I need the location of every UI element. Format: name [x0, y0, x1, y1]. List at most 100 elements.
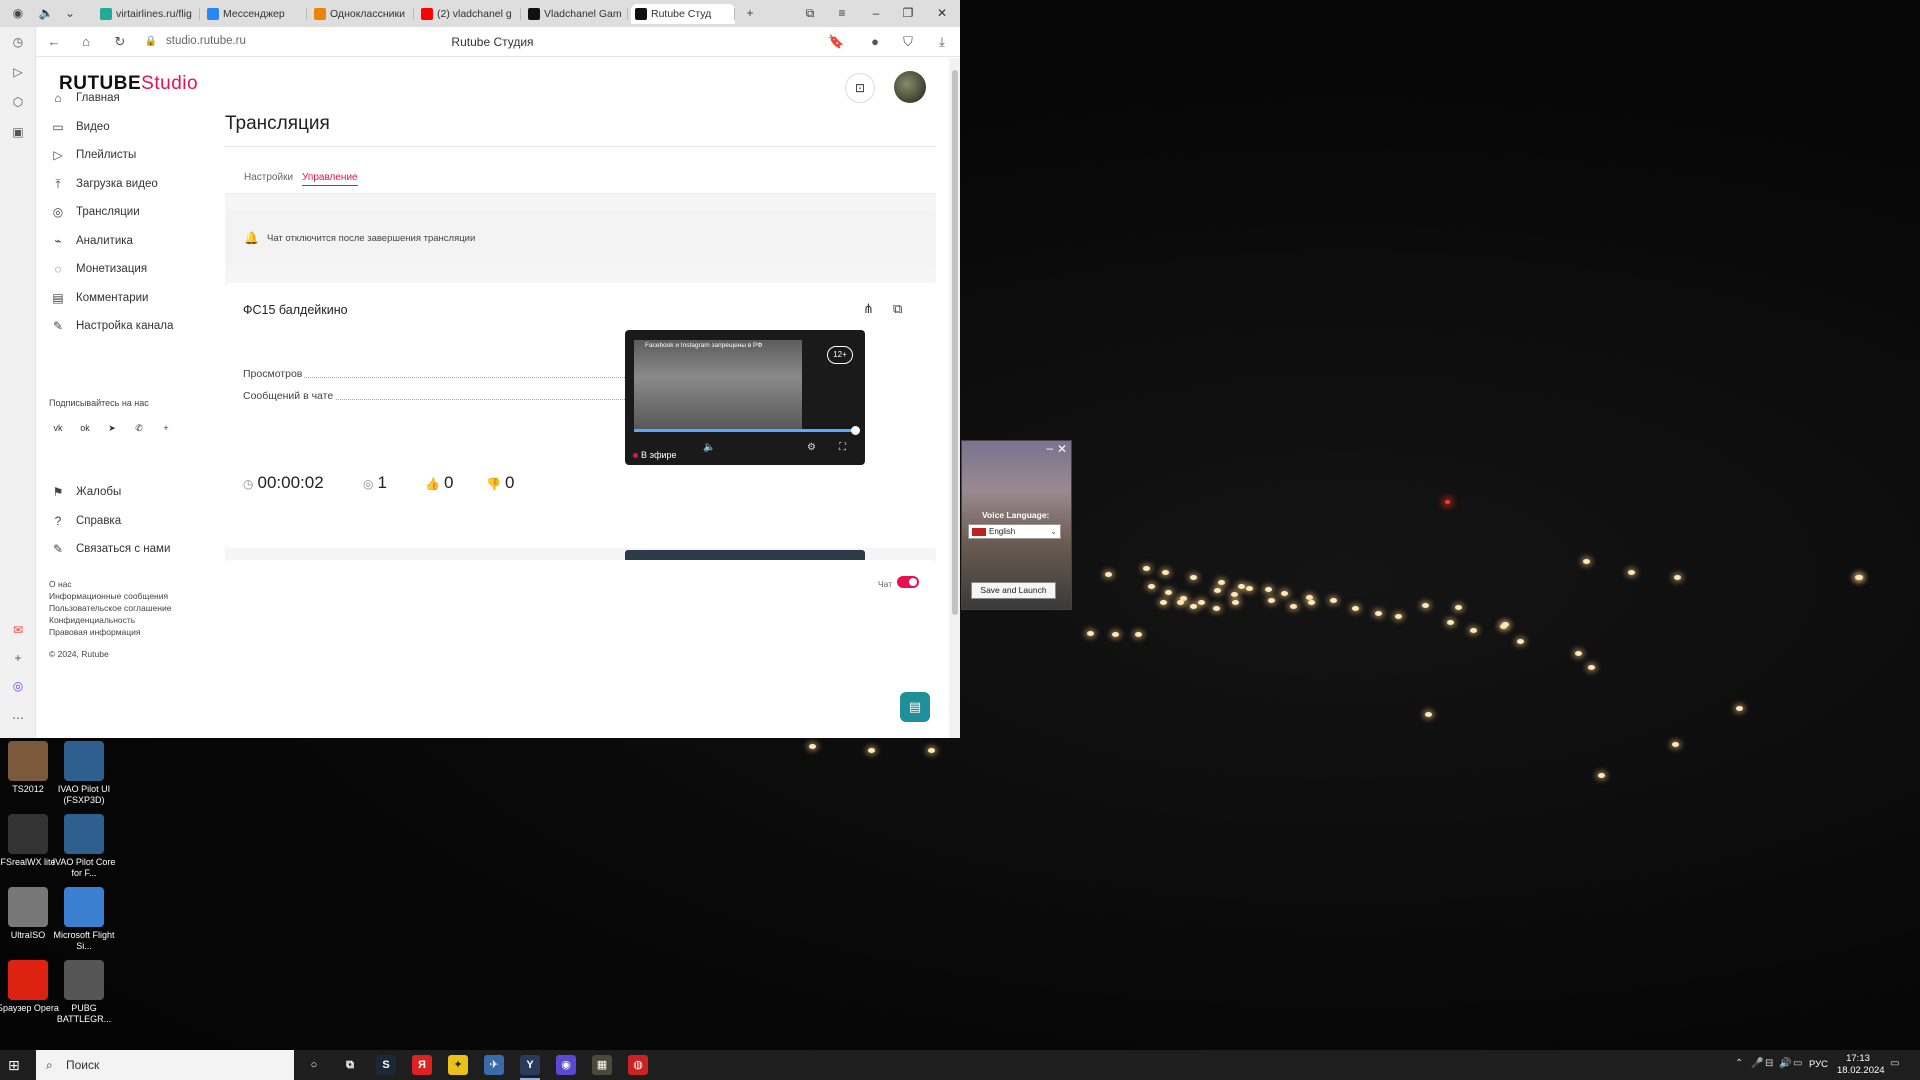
- tab-settings[interactable]: Настройки: [244, 172, 293, 183]
- nav-item[interactable]: ▭ Видео: [50, 117, 109, 137]
- protect-icon[interactable]: ⛉: [900, 34, 916, 50]
- clock[interactable]: 17:13 18.02.2024: [1837, 1053, 1885, 1077]
- page-scrollbar[interactable]: [949, 58, 960, 738]
- browser-tab[interactable]: virtairlines.ru/flig: [96, 4, 200, 24]
- chat-button[interactable]: ▤: [900, 692, 930, 722]
- bookmark-icon[interactable]: 🔖: [828, 34, 844, 50]
- close-icon[interactable]: ✕: [1057, 442, 1067, 456]
- minimize-icon[interactable]: –: [862, 4, 890, 22]
- browser-tab[interactable]: Vladchanel Gam: [524, 4, 628, 24]
- extension-icon[interactable]: ●: [867, 34, 883, 50]
- +-icon[interactable]: +: [158, 420, 174, 436]
- app-icon[interactable]: ✦: [448, 1055, 468, 1075]
- nav-item[interactable]: ⤒ Загрузка видео: [50, 174, 157, 194]
- collections-icon[interactable]: ⧉: [796, 4, 824, 22]
- nav-item[interactable]: ⚑ Жалобы: [50, 482, 122, 502]
- app-icon[interactable]: ⬡: [9, 93, 27, 111]
- speaker-icon[interactable]: 🔈: [38, 5, 54, 21]
- steam-icon[interactable]: S: [376, 1055, 396, 1075]
- nav-item[interactable]: ◎ Трансляции: [50, 202, 140, 222]
- volume-icon[interactable]: 🔊: [1779, 1058, 1791, 1069]
- tab-management[interactable]: Управление: [302, 172, 358, 186]
- notifications-icon[interactable]: ▭: [1890, 1058, 1899, 1069]
- network-icon[interactable]: ⊟: [1765, 1058, 1773, 1069]
- scrollbar-thumb[interactable]: [952, 70, 958, 615]
- profile-icon[interactable]: ◉: [10, 5, 26, 21]
- volume-icon[interactable]: 🔈: [703, 442, 715, 453]
- external-link-icon[interactable]: ⧉: [893, 301, 902, 317]
- camera-icon[interactable]: ⊡: [845, 73, 875, 103]
- vk-icon[interactable]: vk: [50, 420, 66, 436]
- nav-item[interactable]: ✎ Настройка канала: [50, 316, 173, 336]
- desktop-icon[interactable]: TS2012: [0, 741, 60, 795]
- nav-label: Монетизация: [76, 263, 148, 275]
- add-panel-icon[interactable]: +: [9, 649, 27, 667]
- desktop-icon[interactable]: IVAO Pilot Core for F...: [52, 814, 116, 879]
- video-player[interactable]: Facebook и Instagram запрещены в РФ 12+ …: [625, 330, 865, 465]
- browser-tab[interactable]: Мессенджер: [203, 4, 307, 24]
- nav-item[interactable]: ? Справка: [50, 511, 121, 531]
- progress-bar[interactable]: [634, 426, 860, 435]
- viber-icon[interactable]: ✆: [131, 420, 147, 436]
- fullscreen-icon[interactable]: ⛶: [839, 442, 846, 453]
- footer-link[interactable]: Правовая информация: [49, 627, 141, 637]
- nav-item[interactable]: ⌁ Аналитика: [50, 231, 133, 251]
- video-icon[interactable]: ▷: [9, 63, 27, 81]
- new-tab-icon[interactable]: +: [742, 5, 758, 21]
- input-language[interactable]: РУС: [1809, 1059, 1828, 1070]
- desktop-icon[interactable]: Microsoft Flight Si...: [52, 887, 116, 952]
- cortana-icon[interactable]: ○: [304, 1055, 324, 1075]
- desktop-icon[interactable]: FSrealWX lite: [0, 814, 60, 868]
- discord-icon[interactable]: ◉: [556, 1055, 576, 1075]
- telegram-icon[interactable]: ➤: [104, 420, 120, 436]
- menu-icon[interactable]: ≡: [828, 4, 856, 22]
- share-icon[interactable]: ⋔: [863, 301, 874, 317]
- downloads-icon[interactable]: ⤓: [934, 34, 950, 50]
- language-select[interactable]: English ⌄: [968, 524, 1061, 539]
- more-icon[interactable]: ⋯: [9, 709, 27, 727]
- nav-item[interactable]: ▷ Плейлисты: [50, 145, 136, 165]
- media-icon[interactable]: ▣: [9, 123, 27, 141]
- battery-icon[interactable]: ▭: [1793, 1058, 1802, 1069]
- yandex-browser-icon[interactable]: Y: [520, 1055, 540, 1080]
- close-icon[interactable]: ✕: [928, 4, 956, 22]
- desktop-icon[interactable]: Браузер Opera: [0, 960, 60, 1014]
- youtube-icon: [421, 8, 433, 20]
- desktop-icon[interactable]: UltraISO: [0, 887, 60, 941]
- browser-tab[interactable]: Одноклассники: [310, 4, 414, 24]
- footer-link[interactable]: Конфиденциальность: [49, 615, 135, 625]
- restore-icon[interactable]: ❐: [894, 4, 922, 22]
- microphone-icon[interactable]: 🎤: [1751, 1058, 1763, 1069]
- nav-item[interactable]: ◌ Монетизация: [50, 259, 147, 279]
- avatar[interactable]: [894, 71, 926, 103]
- chevron-down-icon[interactable]: ⌄: [62, 5, 78, 21]
- desktop-icon[interactable]: IVAO Pilot UI (FSXP3D): [52, 741, 116, 806]
- browser-tab[interactable]: Rutube Студ: [631, 4, 735, 24]
- mail-icon[interactable]: ✉: [9, 621, 27, 639]
- chevron-up-icon[interactable]: ⌃: [1735, 1058, 1743, 1069]
- minimize-icon[interactable]: –: [1046, 441, 1053, 455]
- ok-icon[interactable]: ok: [77, 420, 93, 436]
- alice-icon[interactable]: ◎: [9, 677, 27, 695]
- help-icon: ?: [54, 513, 62, 528]
- nav-item[interactable]: ▤ Комментарии: [50, 288, 148, 308]
- taskbar-search[interactable]: ⌕ Поиск: [36, 1050, 294, 1080]
- windows-start-icon[interactable]: ⊞: [8, 1057, 24, 1073]
- browser-tab[interactable]: (2) vladchanel g: [417, 4, 521, 24]
- progress-handle[interactable]: [851, 426, 860, 435]
- chat-toggle[interactable]: [897, 576, 919, 588]
- history-icon[interactable]: ◷: [9, 33, 27, 51]
- footer-link[interactable]: О нас: [49, 579, 72, 589]
- nav-item[interactable]: ✎ Связаться с нами: [50, 539, 170, 559]
- settings-gear-icon[interactable]: ⚙: [807, 442, 816, 453]
- footer-link[interactable]: Информационные сообщения: [49, 591, 168, 601]
- app-icon[interactable]: ◍: [628, 1055, 648, 1075]
- nav-item[interactable]: ⌂ Главная: [50, 88, 119, 108]
- save-and-launch-button[interactable]: Save and Launch: [971, 582, 1056, 599]
- yandex-icon[interactable]: Я: [412, 1055, 432, 1075]
- app-icon[interactable]: ▦: [592, 1055, 612, 1075]
- footer-link[interactable]: Пользовательское соглашение: [49, 603, 171, 613]
- desktop-icon[interactable]: PUBG BATTLEGR...: [52, 960, 116, 1025]
- task-view-icon[interactable]: ⧉: [340, 1055, 360, 1075]
- app-icon[interactable]: ✈: [484, 1055, 504, 1075]
